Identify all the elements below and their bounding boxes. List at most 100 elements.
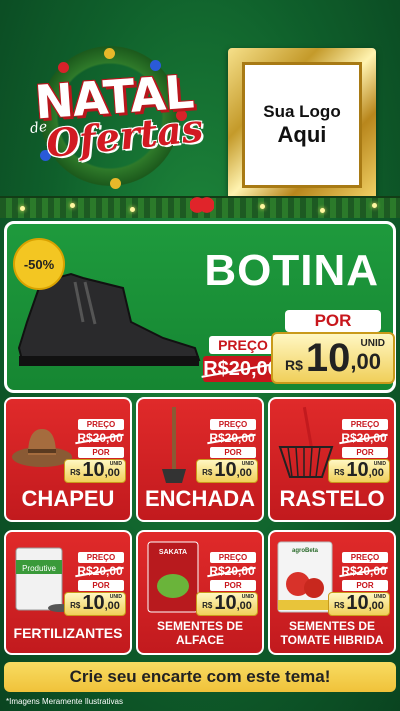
unit-label: UNID: [109, 594, 122, 600]
old-price: R$20,00: [206, 564, 258, 578]
price-decimal: ,00: [236, 467, 252, 479]
por-label: POR: [285, 310, 381, 332]
unit-label: UNID: [373, 461, 386, 467]
price-decimal: ,00: [368, 467, 384, 479]
product-card-rastelo: PREÇO R$20,00 POR UNID R$ 10 ,00 RASTELO: [268, 397, 396, 522]
old-price: R$20,00: [203, 356, 279, 382]
new-price: UNID R$ 10 ,00: [196, 459, 258, 483]
product-name: SEMENTES DE TOMATE HIBRIDA: [280, 619, 384, 647]
product-name: FERTILIZANTES: [13, 625, 123, 641]
unit-label: UNID: [360, 338, 385, 349]
por-label: POR: [210, 580, 256, 591]
old-price-value: R$20,00: [203, 358, 279, 380]
currency-symbol: R$: [70, 468, 81, 477]
header: NATAL de Ofertas Sua Logo Aqui: [0, 0, 400, 218]
price-decimal: ,00: [104, 600, 120, 612]
ornament-gold: [110, 178, 121, 189]
package-text: Produtive: [22, 564, 56, 573]
price-box: PREÇO R$20,00 POR UNID R$ 10 ,00: [64, 552, 126, 616]
por-label: POR: [210, 447, 256, 458]
new-price: UNID R$ 10 ,00: [328, 459, 390, 483]
product-name: ENCHADA: [145, 486, 255, 511]
old-price-value: R$20,00: [77, 564, 123, 578]
por-label: POR: [78, 580, 124, 591]
preco-label: PREÇO: [78, 552, 124, 563]
preco-label: PREÇO: [342, 552, 388, 563]
price-decimal: ,00: [350, 349, 381, 374]
currency-symbol: R$: [70, 601, 81, 610]
old-price: R$20,00: [338, 431, 390, 445]
price-box: PREÇO R$20,00 POR UNID R$ 10 ,00: [196, 419, 258, 483]
price-box: PREÇO R$20,00 POR UNID R$ 10 ,00: [196, 552, 258, 616]
price-integer: 10: [82, 459, 105, 481]
currency-symbol: R$: [334, 601, 345, 610]
product-card-enchada: PREÇO R$20,00 POR UNID R$ 10 ,00 ENCHADA: [136, 397, 264, 522]
price-decimal: ,00: [236, 600, 252, 612]
price-box: PREÇO R$20,00 POR UNID R$ 10 ,00: [328, 552, 390, 616]
string-light: [70, 203, 75, 208]
logo-placeholder: Sua Logo Aqui: [242, 62, 362, 188]
string-light: [260, 204, 265, 209]
currency-symbol: R$: [285, 357, 303, 373]
ornament-gold: [104, 48, 115, 59]
price-box: PREÇO R$20,00 POR UNID R$ 10 ,00: [64, 419, 126, 483]
featured-price-box: POR PREÇO R$20,00 UNID R$ 10 ,00: [203, 308, 395, 388]
old-price: R$20,00: [74, 431, 126, 445]
new-price: UNID R$ 10 ,00: [271, 332, 395, 384]
featured-product-banner: -50% BOTINA POR PREÇO R$20,00 UNID R$ 10…: [4, 221, 396, 393]
preco-label: PREÇO: [78, 419, 124, 430]
featured-product-title: BOTINA: [204, 246, 379, 295]
por-label: POR: [342, 580, 388, 591]
product-card-chapeu: PREÇO R$20,00 POR UNID R$ 10 ,00 CHAPEU: [4, 397, 132, 522]
product-name: CHAPEU: [21, 486, 115, 511]
currency-symbol: R$: [334, 468, 345, 477]
unit-label: UNID: [241, 594, 254, 600]
product-name: SEMENTES DE ALFACE: [156, 619, 243, 647]
currency-symbol: R$: [202, 468, 213, 477]
discount-badge: -50%: [13, 238, 65, 290]
price-integer: 10: [346, 592, 369, 614]
logo-placeholder-line2: Aqui: [277, 122, 327, 147]
price-decimal: ,00: [368, 600, 384, 612]
product-card-sementes-alface: SAKATA PREÇO R$20,00 POR UNID R$ 10 ,00 …: [136, 530, 264, 655]
string-light: [320, 208, 325, 213]
product-card-fertilizantes: Produtive PREÇO R$20,00 POR UNID R$ 10 ,…: [4, 530, 132, 655]
preco-label: PREÇO: [210, 552, 256, 563]
ornament-red: [58, 62, 69, 73]
por-label: POR: [342, 447, 388, 458]
unit-label: UNID: [373, 594, 386, 600]
unit-label: UNID: [109, 461, 122, 467]
price-integer: 10: [82, 592, 105, 614]
old-price: R$20,00: [338, 564, 390, 578]
bow-icon: [190, 196, 214, 214]
new-price: UNID R$ 10 ,00: [328, 592, 390, 616]
price-integer: 10: [346, 459, 369, 481]
new-price: UNID R$ 10 ,00: [196, 592, 258, 616]
logo-placeholder-frame: Sua Logo Aqui: [228, 48, 376, 202]
por-label: POR: [78, 447, 124, 458]
old-price-value: R$20,00: [341, 431, 387, 445]
string-light: [372, 203, 377, 208]
old-price-value: R$20,00: [209, 431, 255, 445]
old-price: R$20,00: [74, 564, 126, 578]
preco-label: PREÇO: [210, 419, 256, 430]
old-price-value: R$20,00: [341, 564, 387, 578]
package-text: SAKATA: [159, 549, 187, 556]
new-price: UNID R$ 10 ,00: [64, 592, 126, 616]
price-box: PREÇO R$20,00 POR UNID R$ 10 ,00: [328, 419, 390, 483]
new-price: UNID R$ 10 ,00: [64, 459, 126, 483]
preco-label: PREÇO: [209, 336, 277, 354]
package-text: agroBeta: [292, 548, 319, 554]
preco-label: PREÇO: [342, 419, 388, 430]
price-integer: 10: [305, 336, 351, 380]
cta-banner[interactable]: Crie seu encarte com este tema!: [4, 662, 396, 692]
unit-label: UNID: [241, 461, 254, 467]
old-price-value: R$20,00: [209, 564, 255, 578]
old-price-value: R$20,00: [77, 431, 123, 445]
string-light: [130, 207, 135, 212]
old-price: R$20,00: [206, 431, 258, 445]
currency-symbol: R$: [202, 601, 213, 610]
string-light: [20, 206, 25, 211]
price-decimal: ,00: [104, 467, 120, 479]
flyer-page: NATAL de Ofertas Sua Logo Aqui -50% BOTI…: [0, 0, 400, 711]
